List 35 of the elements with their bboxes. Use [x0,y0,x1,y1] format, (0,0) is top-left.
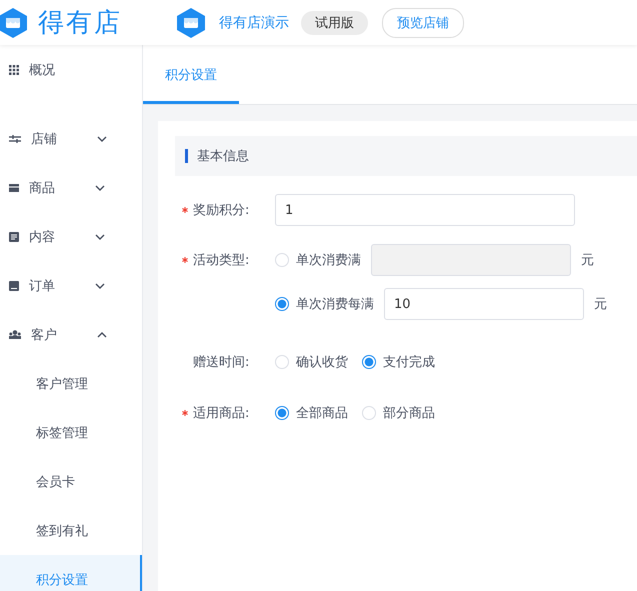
users-icon [9,330,21,339]
unit-label: 元 [581,252,594,269]
sliders-icon [9,134,21,144]
radio-option[interactable]: 部分商品 [362,404,435,422]
input-field[interactable]: 10 [384,288,584,320]
field-label: 适用商品: [193,405,250,422]
nav-item[interactable]: 商品 [0,163,142,212]
nav-subitem[interactable]: 签到有礼 [0,506,142,555]
receipt-icon [9,280,19,290]
nav-item[interactable]: 店铺 [0,114,142,163]
document-icon [9,232,19,242]
trial-badge: 试用版 [301,10,368,34]
radio-option[interactable]: 支付完成 [362,353,435,371]
box-icon [9,184,19,192]
store-avatar-icon [175,6,207,38]
nav-item[interactable]: 订单 [0,261,142,310]
input-field[interactable] [371,244,571,276]
section-title: 基本信息 [197,148,249,165]
radio-option[interactable]: 全部商品 [275,404,348,422]
radio-option[interactable]: 单次消费满 [275,251,361,269]
field-label: 活动类型: [193,252,250,269]
grid-icon [9,64,19,74]
nav-item[interactable]: 内容 [0,212,142,261]
input-field[interactable]: 1 [275,194,575,226]
unit-label: 元 [594,296,607,313]
nav-item[interactable]: 客户 [0,310,142,359]
field-label: 奖励积分: [193,202,250,219]
nav-subitem[interactable]: 会员卡 [0,457,142,506]
nav-subitem[interactable]: 客户管理 [0,359,142,408]
field-label: 赠送时间: [193,354,250,371]
radio-option[interactable]: 单次消费每满 [275,295,374,313]
nav-item[interactable]: 概况 [0,45,142,94]
radio-option[interactable]: 确认收货 [275,353,348,371]
logo-text: 得有店 [38,7,122,40]
nav-subitem[interactable]: 标签管理 [0,408,142,457]
